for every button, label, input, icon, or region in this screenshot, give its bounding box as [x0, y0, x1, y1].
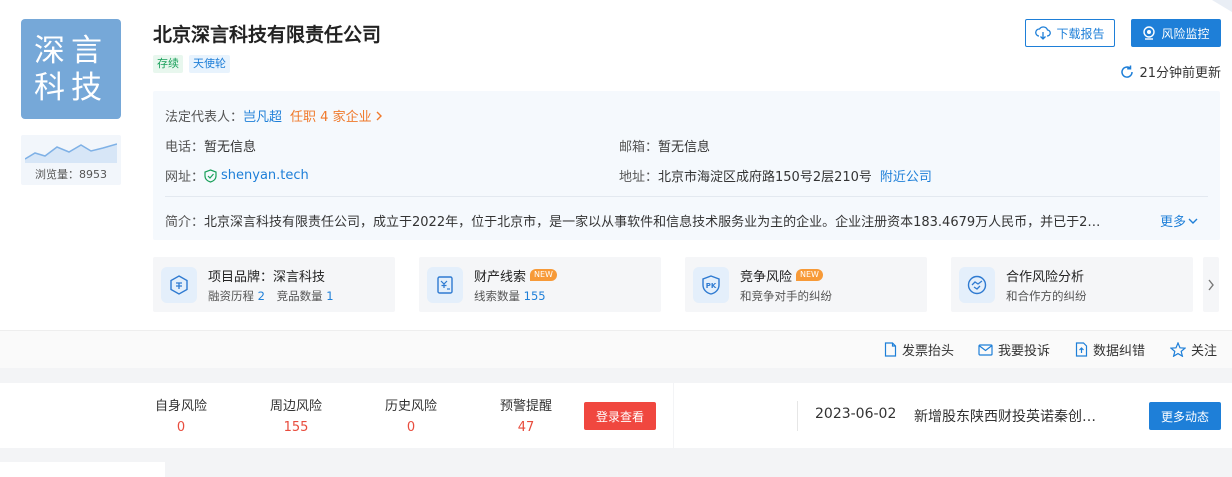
address-value: 北京市海淀区成府路150号2层210号 [658, 170, 872, 185]
phone-value: 暂无信息 [204, 140, 257, 155]
cloud-download-icon [1035, 26, 1052, 40]
feature-competition-risk[interactable]: PK 竞争风险 NEW 和竞争对手的纠纷 [685, 257, 927, 312]
chevron-down-icon [1188, 218, 1198, 224]
intro-more-link[interactable]: 更多 [1160, 211, 1186, 230]
property-clue-icon [427, 267, 463, 303]
feature-project-brand[interactable]: 项目品牌：深言科技 融资历程 2 竞品数量 1 [153, 257, 395, 312]
features-next-button[interactable] [1203, 257, 1219, 312]
company-header-card: 深言 科技 浏览量：8953 北京深言科技有限责任公司 存续 天使轮 下载报告 … [0, 0, 1232, 330]
news-date: 2023-06-02 [815, 406, 897, 422]
data-correction-button[interactable]: 数据纠错 [1075, 340, 1145, 359]
info-divider [165, 196, 1208, 197]
legal-rep-roles-link[interactable]: 任职 4 家企业 [290, 106, 372, 125]
refresh-icon [1121, 65, 1134, 78]
intro-row: 简介： 北京深言科技有限责任公司，成立于2022年，位于北京市，是一家以从事软件… [165, 211, 1215, 230]
company-info-panel: 法定代表人： 岂凡超 任职 4 家企业 电话： 暂无信息 邮箱： 暂无信息 网址… [153, 91, 1220, 240]
brand-icon [161, 267, 197, 303]
email-value: 暂无信息 [658, 140, 711, 155]
phone-row: 电话： 暂无信息 [165, 136, 256, 155]
company-tags: 存续 天使轮 [153, 55, 230, 73]
upload-document-icon [1075, 342, 1088, 357]
update-refresh[interactable]: 21分钟前更新 [1120, 62, 1221, 81]
update-time: 21分钟前更新 [1139, 66, 1221, 81]
star-icon [1170, 342, 1186, 357]
svg-text:PK: PK [706, 282, 717, 290]
status-badge: 存续 [153, 55, 183, 73]
nearby-companies-link[interactable]: 附近公司 [880, 166, 932, 185]
chevron-right-icon [1208, 279, 1214, 290]
document-icon [884, 342, 897, 357]
feature-property-clues[interactable]: 财产线索 NEW 线索数量 155 [419, 257, 661, 312]
risk-surrounding[interactable]: 周边风险 155 [261, 395, 331, 435]
risk-warning[interactable]: 预警提醒 47 [491, 395, 561, 435]
follow-button[interactable]: 关注 [1170, 340, 1217, 359]
new-badge: NEW [530, 269, 557, 281]
email-row: 邮箱： 暂无信息 [619, 136, 710, 155]
address-row: 地址： 北京市海淀区成府路150号2层210号 附近公司 [619, 166, 932, 185]
view-count: 浏览量：8953 [35, 168, 107, 181]
complaint-button[interactable]: 我要投诉 [978, 340, 1050, 359]
shield-check-icon [204, 168, 217, 183]
action-bar: 发票抬头 我要投诉 数据纠错 关注 [0, 330, 1232, 368]
mail-icon [978, 343, 993, 356]
risk-monitor-button[interactable]: 风险监控 [1131, 19, 1221, 47]
new-badge: NEW [796, 269, 823, 281]
intro-text: 北京深言科技有限责任公司，成立于2022年，位于北京市，是一家以从事软件和信息技… [204, 215, 1101, 230]
legal-rep-row: 法定代表人： 岂凡超 任职 4 家企业 [165, 106, 383, 125]
feature-cooperation-risk[interactable]: 合作风险分析 和合作方的纠纷 [951, 257, 1193, 312]
company-name: 北京深言科技有限责任公司 [153, 24, 382, 46]
view-count-widget: 浏览量：8953 [21, 135, 121, 185]
website-link[interactable]: shenyan.tech [221, 168, 309, 183]
handshake-icon [959, 267, 995, 303]
invoice-header-button[interactable]: 发票抬头 [884, 340, 954, 359]
news-divider [797, 401, 798, 431]
bottom-tab-strip [0, 462, 165, 477]
corner-ribbon-icon [1212, 0, 1232, 12]
risk-history[interactable]: 历史风险 0 [376, 395, 446, 435]
login-view-button[interactable]: 登录查看 [584, 402, 656, 430]
download-report-button[interactable]: 下载报告 [1025, 19, 1115, 47]
monitor-camera-icon [1143, 26, 1156, 40]
website-row: 网址： shenyan.tech [165, 168, 309, 185]
funding-round-badge: 天使轮 [189, 55, 230, 73]
risk-self[interactable]: 自身风险 0 [146, 395, 216, 435]
pk-icon: PK [693, 267, 729, 303]
legal-rep-link[interactable]: 岂凡超 [243, 106, 282, 125]
risk-summary-card: 自身风险 0 周边风险 155 历史风险 0 预警提醒 47 登录查看 [0, 383, 673, 448]
news-card: 2023-06-02 新增股东陕西财投英诺秦创… 更多动态 [674, 383, 1232, 448]
sparkline-icon [25, 143, 117, 163]
chevron-right-icon [376, 111, 382, 120]
more-news-button[interactable]: 更多动态 [1149, 402, 1221, 430]
news-headline[interactable]: 新增股东陕西财投英诺秦创… [914, 406, 1124, 426]
company-logo: 深言 科技 [21, 19, 121, 119]
